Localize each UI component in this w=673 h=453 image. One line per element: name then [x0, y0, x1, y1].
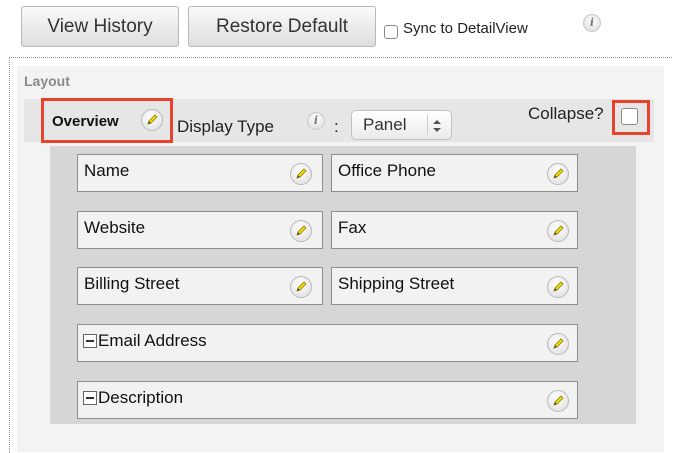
edit-field-pencil-icon[interactable]: [290, 163, 312, 185]
field-label: Email Address: [98, 331, 207, 350]
field-label: Fax: [338, 218, 367, 237]
minus-icon[interactable]: [83, 391, 97, 405]
display-type-colon: :: [334, 117, 339, 136]
view-history-button[interactable]: View History: [21, 6, 179, 47]
field-shipping-street[interactable]: Shipping Street: [331, 267, 578, 305]
field-website[interactable]: Website: [77, 211, 323, 249]
edit-field-pencil-icon[interactable]: [290, 220, 312, 242]
field-name[interactable]: Name: [77, 154, 323, 192]
layout-label: Layout: [24, 73, 70, 89]
select-divider: [427, 115, 428, 135]
edit-field-pencil-icon[interactable]: [547, 163, 569, 185]
edit-field-pencil-icon[interactable]: [547, 276, 569, 298]
display-type-label: Display Type: [177, 117, 275, 136]
minus-icon[interactable]: [83, 334, 97, 348]
collapse-label: Collapse?: [528, 104, 604, 123]
field-fax[interactable]: Fax: [331, 211, 578, 249]
edit-field-pencil-icon[interactable]: [290, 276, 312, 298]
edit-field-pencil-icon[interactable]: [547, 333, 569, 355]
info-icon[interactable]: i: [583, 14, 601, 32]
collapse-checkbox[interactable]: [621, 108, 638, 125]
panel-name: Overview: [52, 113, 119, 130]
field-billing-street[interactable]: Billing Street: [77, 267, 323, 305]
edit-field-pencil-icon[interactable]: [547, 220, 569, 242]
field-office-phone[interactable]: Office Phone: [331, 154, 578, 192]
display-type-select[interactable]: Panel: [351, 110, 452, 140]
field-label: Office Phone: [338, 161, 436, 180]
field-label: Name: [84, 161, 130, 180]
restore-default-button[interactable]: Restore Default: [188, 6, 376, 47]
edit-field-pencil-icon[interactable]: [547, 390, 569, 412]
up-down-arrows-icon: [433, 120, 441, 132]
field-description[interactable]: Description: [77, 381, 578, 419]
field-label: Billing Street: [84, 274, 180, 293]
field-label: Description: [98, 388, 184, 407]
display-type-value: Panel: [363, 115, 407, 134]
edit-panel-name-pencil-icon[interactable]: [141, 109, 163, 131]
sync-detailview-label: Sync to DetailView: [403, 20, 528, 37]
field-label: Shipping Street: [338, 274, 455, 293]
display-type-info-icon[interactable]: i: [307, 112, 325, 130]
field-email-address[interactable]: Email Address: [77, 324, 578, 362]
field-label: Website: [84, 218, 146, 237]
sync-detailview-checkbox[interactable]: [384, 25, 398, 39]
